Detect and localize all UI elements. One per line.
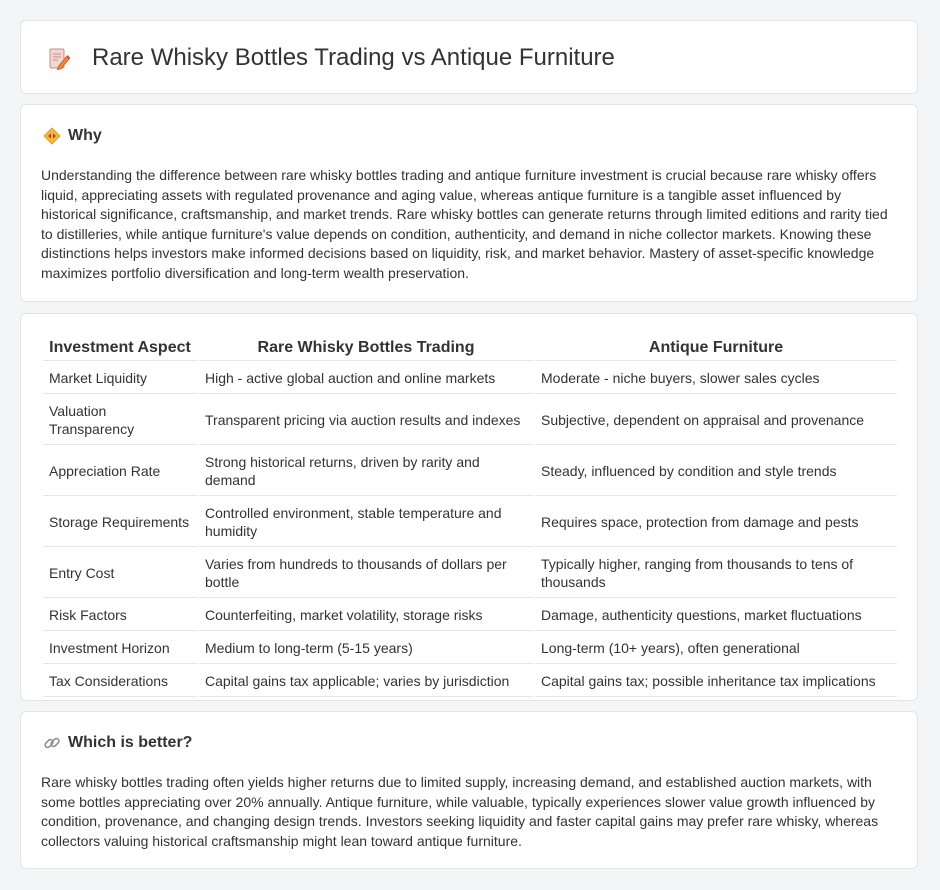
diamond-arrows-icon [43,127,61,145]
table-row: Market Liquidity High - active global au… [43,363,897,394]
furniture-cell: Subjective, dependent on appraisal and p… [535,396,897,445]
column-header: Investment Aspect [43,336,197,361]
aspect-cell: Market Liquidity [43,363,197,394]
table-row: Appreciation Rate Strong historical retu… [43,447,897,496]
furniture-cell: Capital gains tax; possible inheritance … [535,666,897,697]
aspect-cell: Tax Considerations [43,666,197,697]
table-row: Valuation Transparency Transparent prici… [43,396,897,445]
better-text: Rare whisky bottles trading often yields… [41,774,879,849]
column-header: Antique Furniture [535,336,897,361]
furniture-cell: Long-term (10+ years), often generationa… [535,633,897,664]
aspect-cell: Entry Cost [43,549,197,598]
table-row: Risk Factors Counterfeiting, market vola… [43,600,897,631]
better-heading: Which is better? [68,734,193,751]
aspect-cell: Storage Requirements [43,498,197,547]
table-header-row: Investment Aspect Rare Whisky Bottles Tr… [43,336,897,361]
table-row: Entry Cost Varies from hundreds to thous… [43,549,897,598]
whisky-cell: High - active global auction and online … [199,363,533,394]
aspect-cell: Appreciation Rate [43,447,197,496]
column-header: Rare Whisky Bottles Trading [199,336,533,361]
whisky-cell: Counterfeiting, market volatility, stora… [199,600,533,631]
furniture-cell: Typically higher, ranging from thousands… [535,549,897,598]
table-row: Investment Horizon Medium to long-term (… [43,633,897,664]
whisky-cell: Varies from hundreds to thousands of dol… [199,549,533,598]
furniture-cell: Moderate - niche buyers, slower sales cy… [535,363,897,394]
why-text: Understanding the difference between rar… [41,167,888,281]
whisky-cell: Controlled environment, stable temperatu… [199,498,533,547]
furniture-cell: Requires space, protection from damage a… [535,498,897,547]
aspect-cell: Valuation Transparency [43,396,197,445]
whisky-cell: Medium to long-term (5-15 years) [199,633,533,664]
furniture-cell: Damage, authenticity questions, market f… [535,600,897,631]
aspect-cell: Investment Horizon [43,633,197,664]
link-icon [44,737,60,749]
table-row: Tax Considerations Capital gains tax app… [43,666,897,697]
table-row: Storage Requirements Controlled environm… [43,498,897,547]
page-title: Rare Whisky Bottles Trading vs Antique F… [92,44,615,71]
whisky-cell: Capital gains tax applicable; varies by … [199,666,533,697]
why-heading: Why [68,127,102,144]
why-section: Why Understanding the difference between… [20,104,918,302]
whisky-cell: Strong historical returns, driven by rar… [199,447,533,496]
furniture-cell: Steady, influenced by condition and styl… [535,447,897,496]
aspect-cell: Risk Factors [43,600,197,631]
better-header: Which is better? [43,734,192,752]
which-is-better-section: Which is better? Rare whisky bottles tra… [20,711,918,869]
whisky-cell: Transparent pricing via auction results … [199,396,533,445]
comparison-table-card: Investment Aspect Rare Whisky Bottles Tr… [20,313,918,701]
comparison-table: Investment Aspect Rare Whisky Bottles Tr… [41,334,899,699]
why-header: Why [43,127,102,145]
title-card: Rare Whisky Bottles Trading vs Antique F… [20,20,918,94]
document-pencil-icon [49,48,71,70]
